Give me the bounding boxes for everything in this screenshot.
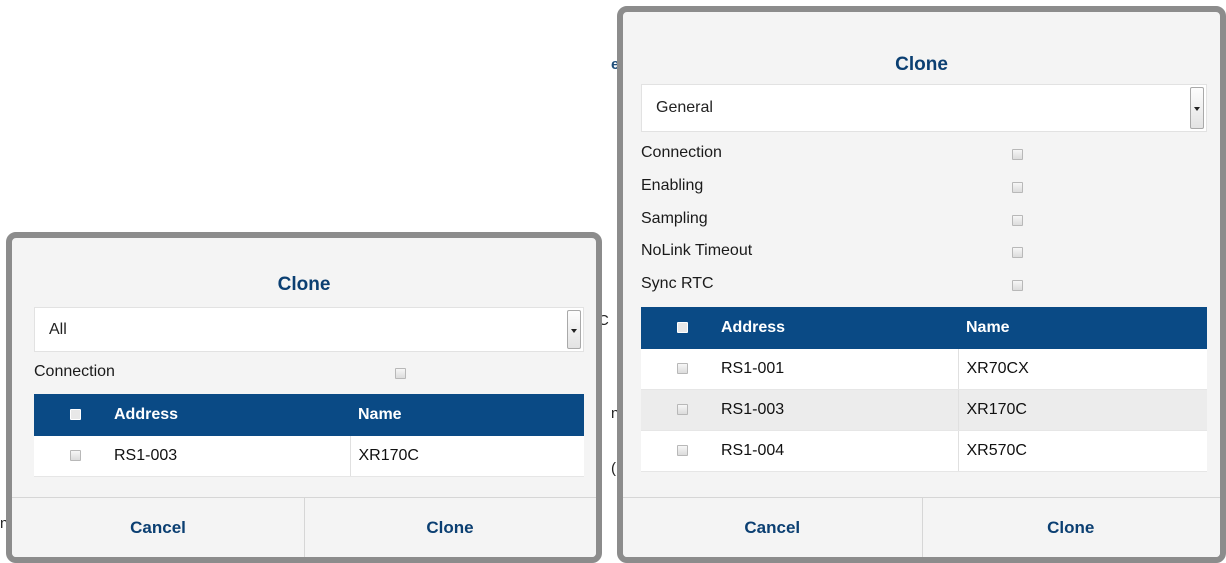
chevron-down-icon[interactable]: [567, 310, 581, 349]
option-checkbox[interactable]: [1012, 182, 1023, 193]
option-row-sync-rtc: Sync RTC: [641, 275, 1207, 297]
address-cell: RS1-003: [721, 389, 958, 431]
cancel-button[interactable]: Cancel: [623, 498, 923, 557]
dialog-title: Clone: [895, 54, 948, 75]
option-checkbox[interactable]: [1012, 280, 1023, 291]
row-checkbox[interactable]: [70, 450, 81, 461]
select-all-checkbox[interactable]: [70, 409, 81, 420]
row-checkbox-cell: [641, 349, 721, 390]
name-cell: XR570C: [957, 430, 1207, 472]
clone-button[interactable]: Clone: [304, 498, 596, 557]
dialog-title: Clone: [277, 274, 331, 295]
table-row[interactable]: RS1-003 XR170C: [34, 436, 584, 477]
filter-select-value: General: [656, 99, 713, 116]
address-cell: RS1-001: [721, 349, 958, 390]
dialog-footer: Cancel Clone: [623, 497, 1220, 557]
option-row-connection: Connection: [641, 144, 1207, 166]
option-checkbox[interactable]: [1012, 149, 1023, 160]
option-label: Connection: [641, 144, 722, 161]
chevron-down-icon[interactable]: [1190, 87, 1204, 129]
option-row-connection: Connection: [34, 363, 584, 385]
select-all-checkbox[interactable]: [677, 322, 688, 333]
row-checkbox[interactable]: [677, 445, 688, 456]
column-header-address: Address: [114, 394, 350, 436]
row-checkbox[interactable]: [677, 404, 688, 415]
option-label: Sampling: [641, 210, 708, 227]
dialog-footer: Cancel Clone: [12, 497, 596, 557]
table-header-row: Address Name: [641, 307, 1207, 349]
address-cell: RS1-004: [721, 430, 958, 472]
name-cell: XR70CX: [957, 349, 1207, 390]
row-checkbox-cell: [34, 436, 114, 477]
option-row-nolink-timeout: NoLink Timeout: [641, 242, 1207, 264]
option-checkbox[interactable]: [395, 368, 406, 379]
cancel-button[interactable]: Cancel: [12, 498, 305, 557]
option-label: Enabling: [641, 177, 704, 194]
column-header-address: Address: [721, 307, 958, 349]
option-label: NoLink Timeout: [641, 242, 753, 259]
name-cell: XR170C: [349, 436, 584, 477]
clone-button[interactable]: Clone: [922, 498, 1221, 557]
name-cell: XR170C: [957, 389, 1207, 431]
option-label: Sync RTC: [641, 275, 714, 292]
background-fragment: (: [611, 460, 616, 477]
select-all-header: [34, 394, 114, 436]
table-row[interactable]: RS1-001 XR70CX: [641, 349, 1207, 390]
option-row-enabling: Enabling: [641, 177, 1207, 199]
clone-dialog-left: Clone All Connection Address Name RS1-00…: [6, 232, 602, 563]
option-row-sampling: Sampling: [641, 210, 1207, 232]
filter-select[interactable]: General: [641, 84, 1207, 132]
table-row[interactable]: RS1-003 XR170C: [641, 389, 1207, 431]
option-checkbox[interactable]: [1012, 247, 1023, 258]
filter-select[interactable]: All: [34, 307, 584, 352]
column-header-name: Name: [350, 394, 584, 436]
table-row[interactable]: RS1-004 XR570C: [641, 430, 1207, 472]
clone-dialog-right: Clone General Connection Enabling Sampli…: [617, 6, 1226, 563]
address-cell: RS1-003: [114, 436, 350, 477]
row-checkbox-cell: [641, 389, 721, 431]
row-checkbox[interactable]: [677, 363, 688, 374]
option-checkbox[interactable]: [1012, 215, 1023, 226]
device-table: Address Name RS1-001 XR70CX RS1-003 XR17…: [641, 307, 1207, 472]
select-all-header: [641, 307, 721, 349]
device-table: Address Name RS1-003 XR170C: [34, 394, 584, 477]
option-label: Connection: [34, 363, 115, 380]
row-checkbox-cell: [641, 430, 721, 472]
column-header-name: Name: [958, 307, 1207, 349]
table-header-row: Address Name: [34, 394, 584, 436]
filter-select-value: All: [49, 320, 67, 338]
